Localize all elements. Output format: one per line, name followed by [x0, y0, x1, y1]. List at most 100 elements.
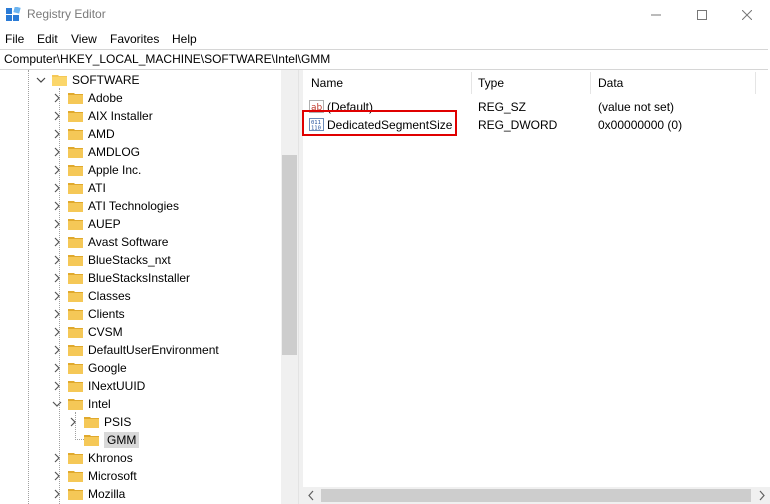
- tree-item-label: ATI: [88, 181, 106, 195]
- chevron-down-icon[interactable]: [36, 75, 46, 85]
- tree-item-label: AIX Installer: [88, 109, 153, 123]
- tree-item-aix-installer[interactable]: AIX Installer: [52, 107, 153, 125]
- tree-item-amdlog[interactable]: AMDLOG: [52, 143, 140, 161]
- folder-icon: [68, 237, 83, 248]
- tree-item-label: Adobe: [88, 91, 123, 105]
- folder-icon: [68, 309, 83, 320]
- tree-item-gmm[interactable]: GMM: [68, 431, 140, 449]
- tree-item-cvsm[interactable]: CVSM: [52, 323, 123, 341]
- chevron-right-icon[interactable]: [52, 381, 62, 391]
- tree-item-label: Google: [88, 361, 127, 375]
- tree-item-label: BlueStacksInstaller: [88, 271, 191, 285]
- scroll-right-icon[interactable]: [753, 487, 770, 504]
- tree-item-intel[interactable]: Intel: [52, 395, 111, 413]
- column-name-label: Name: [311, 76, 344, 90]
- registry-editor-icon: [6, 7, 21, 21]
- menu-file[interactable]: File: [5, 32, 24, 46]
- chevron-right-icon[interactable]: [52, 309, 62, 319]
- tree-item-software[interactable]: SOFTWARE: [36, 71, 140, 89]
- tree-item-ati-technologies[interactable]: ATI Technologies: [52, 197, 179, 215]
- tree-spacer: [68, 435, 78, 445]
- column-header-data[interactable]: Data: [598, 70, 623, 96]
- tree-item-defaultuserenvironment[interactable]: DefaultUserEnvironment: [52, 341, 219, 359]
- folder-open-icon: [68, 399, 83, 410]
- chevron-right-icon[interactable]: [52, 363, 62, 373]
- chevron-down-icon[interactable]: [52, 399, 62, 409]
- chevron-right-icon[interactable]: [68, 417, 78, 427]
- tree-item-classes[interactable]: Classes: [52, 287, 131, 305]
- column-header-type[interactable]: Type: [478, 70, 504, 96]
- chevron-right-icon[interactable]: [52, 129, 62, 139]
- tree-item-microsoft[interactable]: Microsoft: [52, 467, 137, 485]
- column-separator[interactable]: [755, 72, 756, 94]
- tree-item-bluestacks-nxt[interactable]: BlueStacks_nxt: [52, 251, 171, 269]
- tree-item-clients[interactable]: Clients: [52, 305, 125, 323]
- chevron-right-icon[interactable]: [52, 219, 62, 229]
- menu-edit[interactable]: Edit: [37, 32, 58, 46]
- chevron-right-icon[interactable]: [52, 201, 62, 211]
- chevron-right-icon[interactable]: [52, 147, 62, 157]
- tree-item-label: Clients: [88, 307, 125, 321]
- scrollbar-thumb[interactable]: [282, 155, 297, 355]
- chevron-right-icon[interactable]: [52, 345, 62, 355]
- chevron-right-icon[interactable]: [52, 273, 62, 283]
- tree-item-psis[interactable]: PSIS: [68, 413, 131, 431]
- chevron-right-icon[interactable]: [52, 291, 62, 301]
- address-path[interactable]: Computer\HKEY_LOCAL_MACHINE\SOFTWARE\Int…: [4, 52, 330, 66]
- value-type: REG_DWORD: [478, 118, 558, 132]
- tree-item-auep[interactable]: AUEP: [52, 215, 121, 233]
- chevron-right-icon[interactable]: [52, 165, 62, 175]
- chevron-right-icon[interactable]: [52, 111, 62, 121]
- folder-icon: [68, 471, 83, 482]
- chevron-right-icon[interactable]: [52, 453, 62, 463]
- tree-item-ati[interactable]: ATI: [52, 179, 106, 197]
- folder-icon: [68, 183, 83, 194]
- tree-item-amd[interactable]: AMD: [52, 125, 115, 143]
- tree-item-bluestacksinstaller[interactable]: BlueStacksInstaller: [52, 269, 190, 287]
- chevron-right-icon[interactable]: [52, 327, 62, 337]
- tree-item-label: Avast Software: [88, 235, 169, 249]
- chevron-right-icon[interactable]: [52, 255, 62, 265]
- folder-icon: [68, 165, 83, 176]
- maximize-button[interactable]: [679, 0, 725, 29]
- tree-item-mozilla[interactable]: Mozilla: [52, 485, 125, 503]
- address-bar[interactable]: Computer\HKEY_LOCAL_MACHINE\SOFTWARE\Int…: [0, 49, 768, 70]
- folder-icon: [68, 327, 83, 338]
- column-header-name[interactable]: Name: [311, 70, 343, 96]
- folder-icon: [68, 201, 83, 212]
- menu-view[interactable]: View: [71, 32, 97, 46]
- chevron-right-icon[interactable]: [52, 471, 62, 481]
- tree-item-label: SOFTWARE: [72, 73, 140, 87]
- tree-item-google[interactable]: Google: [52, 359, 127, 377]
- list-horizontal-scrollbar[interactable]: [303, 487, 770, 504]
- maximize-icon: [697, 9, 707, 20]
- chevron-right-icon[interactable]: [52, 237, 62, 247]
- folder-icon: [84, 417, 99, 428]
- column-separator[interactable]: [590, 72, 591, 94]
- tree-item-adobe[interactable]: Adobe: [52, 89, 123, 107]
- tree-item-label: AMDLOG: [88, 145, 141, 159]
- folder-icon: [68, 147, 83, 158]
- tree-item-label: ATI Technologies: [88, 199, 179, 213]
- menu-help[interactable]: Help: [172, 32, 197, 46]
- chevron-right-icon[interactable]: [52, 489, 62, 499]
- scrollbar-thumb[interactable]: [321, 489, 751, 502]
- minimize-button[interactable]: [633, 0, 679, 29]
- column-separator[interactable]: [471, 72, 472, 94]
- highlight-annotation: [302, 110, 457, 136]
- folder-icon: [68, 363, 83, 374]
- scroll-left-icon[interactable]: [303, 487, 320, 504]
- tree-item-khronos[interactable]: Khronos: [52, 449, 133, 467]
- minimize-icon: [651, 14, 661, 15]
- tree-item-label: GMM: [104, 432, 140, 448]
- tree-vertical-scrollbar[interactable]: [281, 70, 298, 504]
- chevron-right-icon[interactable]: [52, 183, 62, 193]
- tree-item-avast-software[interactable]: Avast Software: [52, 233, 168, 251]
- menu-favorites[interactable]: Favorites: [110, 32, 159, 46]
- folder-icon: [68, 345, 83, 356]
- tree-item-inextuuid[interactable]: INextUUID: [52, 377, 145, 395]
- tree-item-label: CVSM: [88, 325, 123, 339]
- chevron-right-icon[interactable]: [52, 93, 62, 103]
- close-button[interactable]: [724, 0, 770, 29]
- tree-item-apple-inc-[interactable]: Apple Inc.: [52, 161, 141, 179]
